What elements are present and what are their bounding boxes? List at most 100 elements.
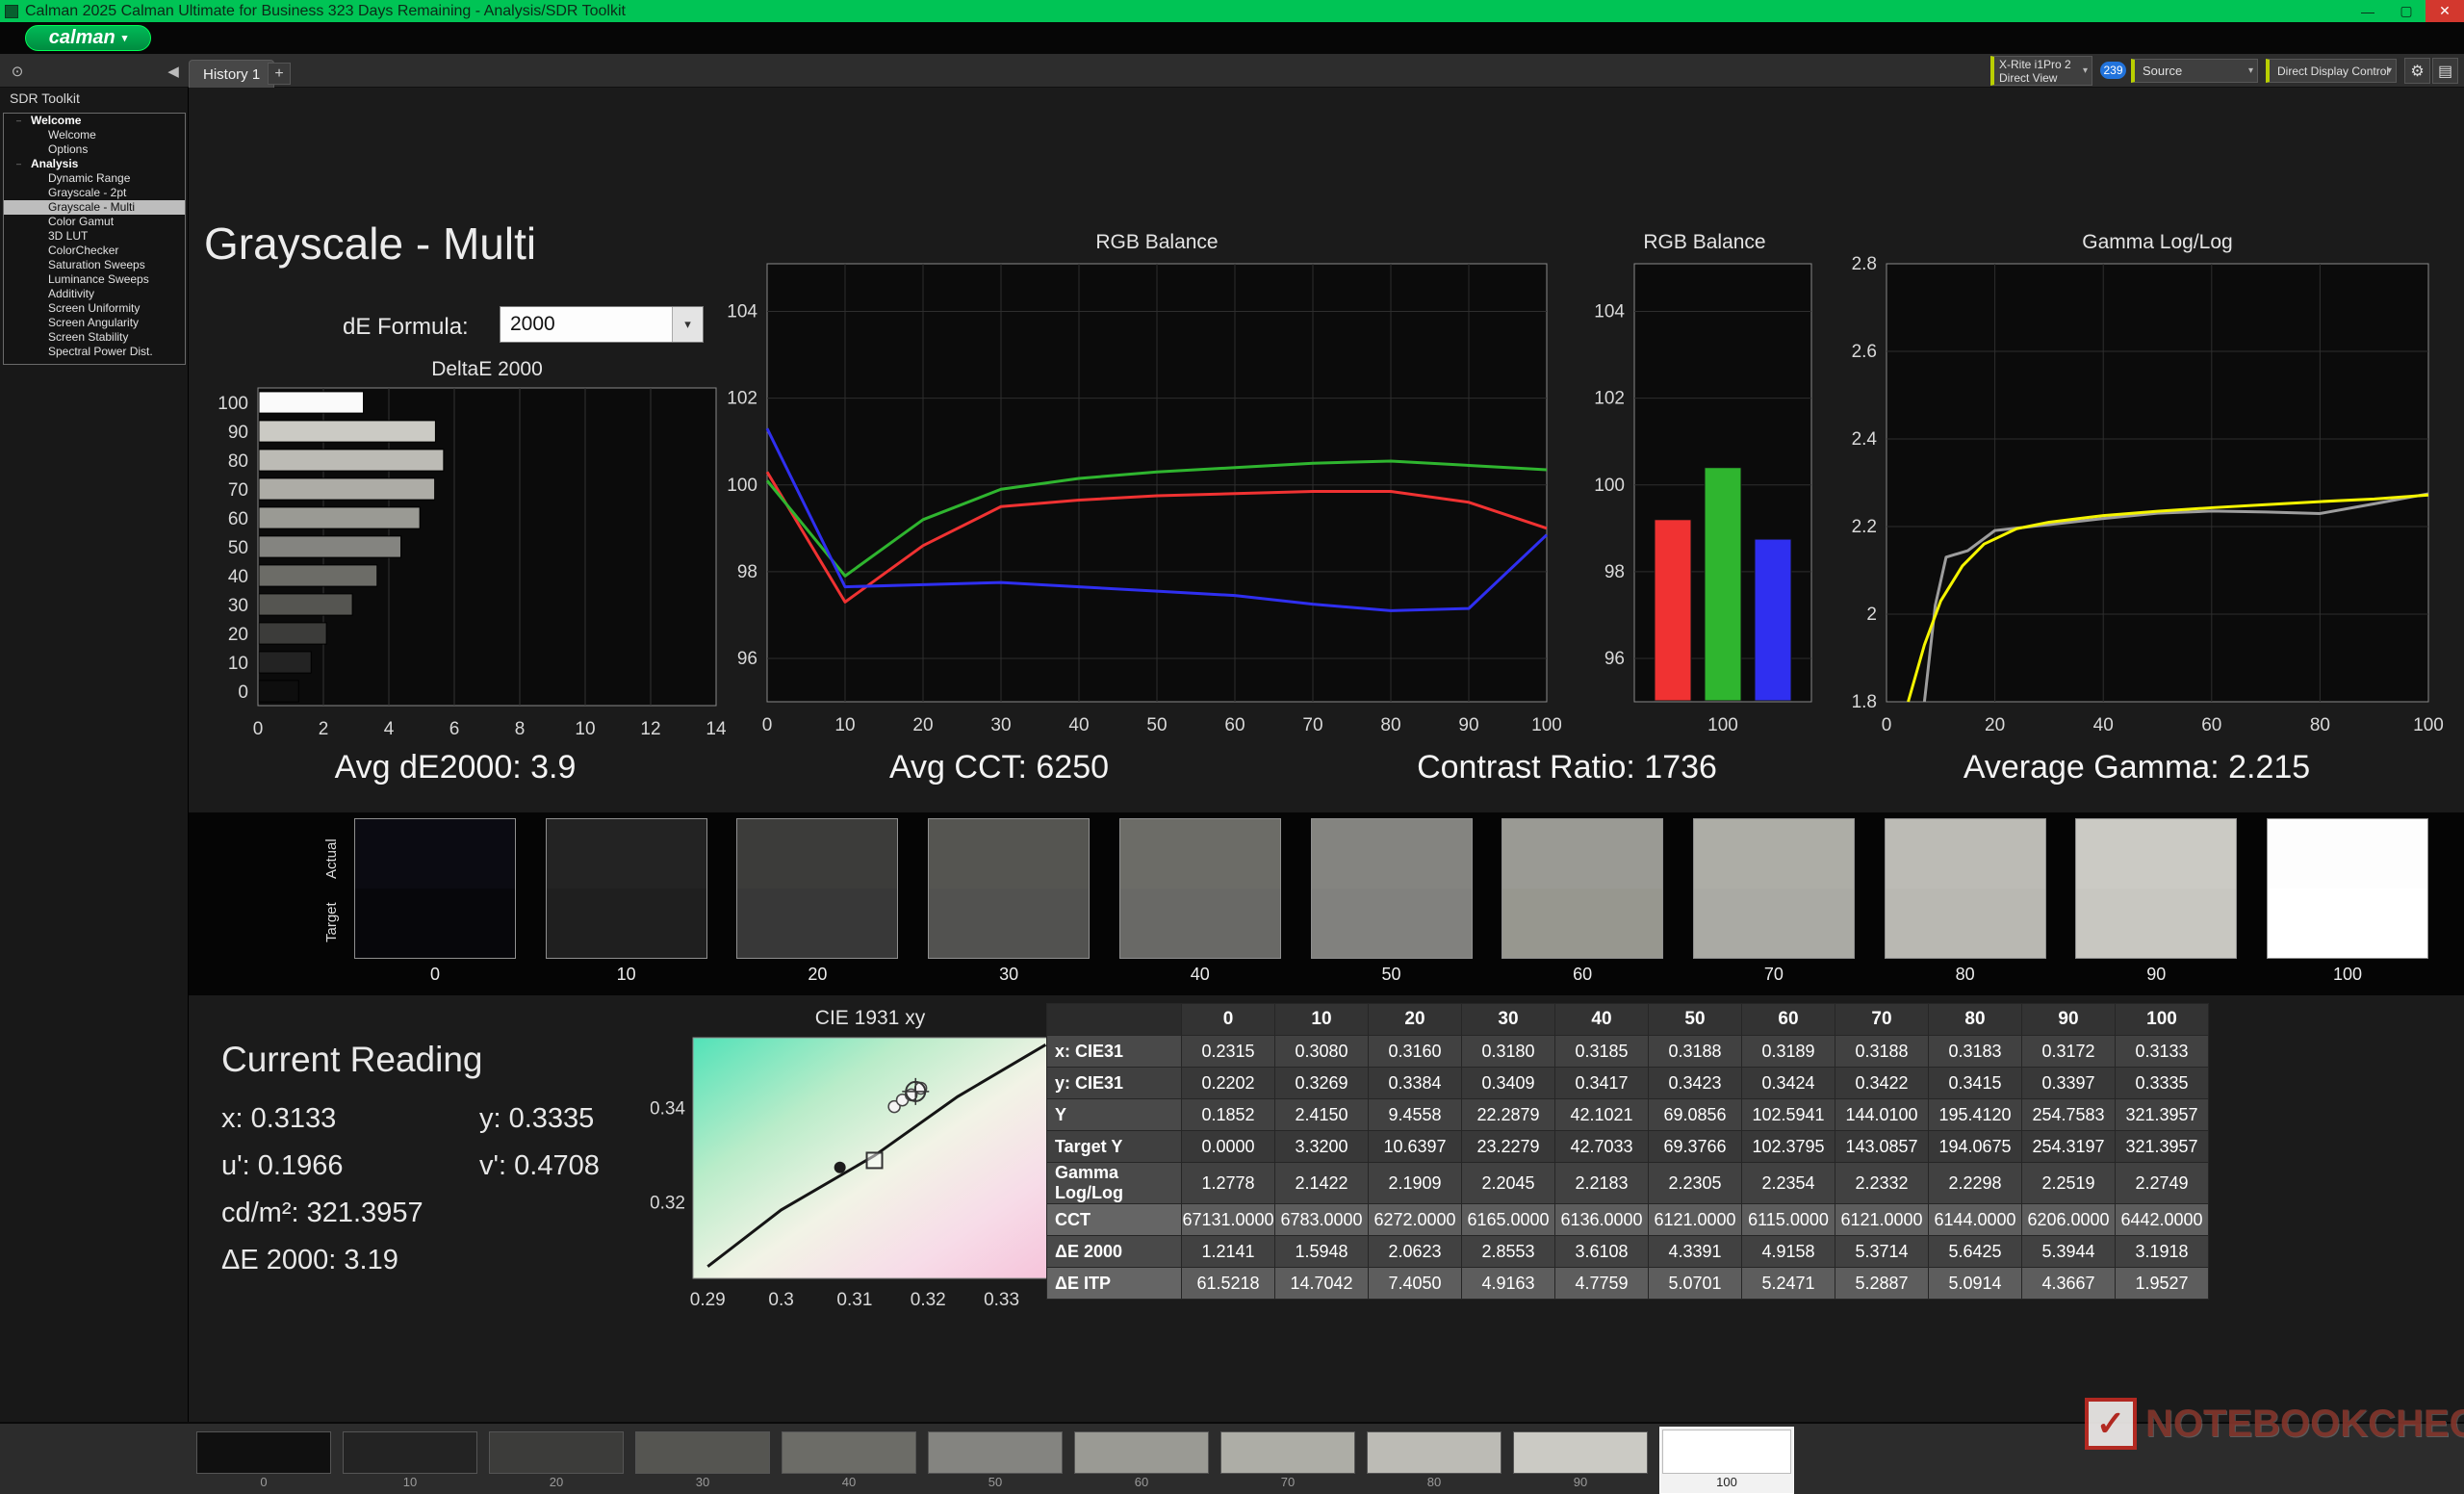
swatch-target (1119, 889, 1280, 958)
source-dropdown[interactable]: Source ▾ (2131, 59, 2258, 83)
sidebar-item-luminance-sweeps[interactable]: Luminance Sweeps (4, 272, 185, 287)
gear-icon[interactable]: ⚙ (2404, 58, 2430, 84)
bottom-bar: ▣ « Back Next » 0102030405060708090100 (0, 1422, 2464, 1494)
reading-line: ΔE 2000: 3.19 (221, 1237, 674, 1284)
de-formula-select[interactable]: 2000 ▾ (500, 306, 704, 343)
sidebar-item-grayscale-2pt[interactable]: Grayscale - 2pt (4, 186, 185, 200)
table-row: Target Y 0.0000 3.3200 10.6397 23.2279 42.703… (1046, 1130, 2209, 1163)
patch-label: 80 (1426, 1475, 1442, 1489)
patch-button-100[interactable]: 100 (1659, 1427, 1794, 1494)
table-cell: 0.3133 (2115, 1035, 2209, 1068)
table-cell: 6783.0000 (1274, 1203, 1369, 1236)
sidebar-item-grayscale-multi[interactable]: Grayscale - Multi (4, 200, 185, 215)
collapse-icon[interactable]: ‒ (16, 114, 21, 128)
table-cell: 3.6108 (1554, 1235, 1649, 1268)
sidebar-item-options[interactable]: Options (4, 142, 185, 157)
table-cell: 194.0675 (1928, 1130, 2022, 1163)
patch-label: 10 (402, 1475, 418, 1489)
table-cell: 5.0914 (1928, 1267, 2022, 1300)
sidebar-item-screen-uniformity[interactable]: Screen Uniformity (4, 301, 185, 316)
calman-logo-menu[interactable]: calman ▾ (25, 25, 151, 51)
maximize-button[interactable]: ▢ (2387, 0, 2426, 22)
table-cell: 0.1852 (1181, 1098, 1275, 1131)
patch-button-40[interactable]: 40 (782, 1431, 916, 1491)
table-cell: 5.2471 (1741, 1267, 1835, 1300)
svg-text:50: 50 (228, 538, 248, 558)
svg-text:100: 100 (1531, 715, 1561, 735)
svg-text:96: 96 (1604, 649, 1625, 669)
patch-chip (489, 1431, 624, 1474)
sidebar-item-color-gamut[interactable]: Color Gamut (4, 215, 185, 229)
sidebar-item-colorchecker[interactable]: ColorChecker (4, 244, 185, 258)
sidebar-item-label: Dynamic Range (48, 171, 131, 185)
svg-text:96: 96 (737, 649, 757, 669)
contrast-ratio-stat: Contrast Ratio: 1736 (1417, 749, 1717, 786)
layout-grid-icon[interactable]: ▤ (2432, 58, 2458, 84)
table-row: Y 0.1852 2.4150 9.4558 22.2879 42.1021 69.0856… (1046, 1098, 2209, 1131)
sidebar-item-3d-lut[interactable]: 3D LUT (4, 229, 185, 244)
meter-line2: Direct View (1999, 70, 2058, 85)
average-gamma-stat: Average Gamma: 2.215 (1963, 749, 2311, 786)
sidebar-item-welcome[interactable]: Welcome (4, 128, 185, 142)
table-cell: 10.6397 (1368, 1130, 1462, 1163)
swatch-actual (929, 819, 1090, 889)
settings-target-icon[interactable]: ⊙ (6, 61, 29, 82)
sidebar-item-saturation-sweeps[interactable]: Saturation Sweeps (4, 258, 185, 272)
svg-text:50: 50 (1146, 715, 1167, 735)
meter-selector[interactable]: X-Rite i1Pro 2 Direct View ▾ (1990, 56, 2092, 86)
grayscale-swatch-40 (1118, 818, 1281, 959)
sidebar-item-dynamic-range[interactable]: Dynamic Range (4, 171, 185, 186)
collapse-icon[interactable]: ‒ (16, 157, 21, 171)
table-cell: 254.3197 (2021, 1130, 2116, 1163)
svg-text:60: 60 (2201, 715, 2221, 735)
patch-button-60[interactable]: 60 (1074, 1431, 1209, 1491)
svg-text:2.4: 2.4 (1852, 429, 1878, 450)
patch-button-50[interactable]: 50 (928, 1431, 1063, 1491)
minimize-button[interactable]: — (2348, 0, 2387, 22)
patch-button-10[interactable]: 10 (343, 1431, 477, 1491)
table-cell: 5.0701 (1648, 1267, 1742, 1300)
sidebar-item-screen-angularity[interactable]: Screen Angularity (4, 316, 185, 330)
sidebar-item-spectral-power-dist-[interactable]: Spectral Power Dist. (4, 345, 185, 359)
meter-count-badge: 239 (2100, 62, 2126, 79)
table-col-header: 50 (1648, 1003, 1742, 1036)
sidebar-item-label: 3D LUT (48, 229, 89, 243)
sidebar-item-welcome[interactable]: ‒ Welcome (4, 114, 185, 128)
table-row-label: ΔE ITP (1046, 1267, 1182, 1300)
svg-text:10: 10 (575, 719, 595, 739)
tab-history-1[interactable]: History 1 (189, 60, 275, 88)
table-row: x: CIE31 0.2315 0.3080 0.3160 0.3180 0.3185 0.… (1046, 1035, 2209, 1068)
table-row-label: y: CIE31 (1046, 1067, 1182, 1099)
table-cell: 2.2332 (1835, 1162, 1929, 1204)
new-tab-button[interactable]: + (268, 63, 291, 85)
display-control-dropdown[interactable]: Direct Display Control ▾ (2266, 59, 2397, 83)
patch-button-90[interactable]: 90 (1513, 1431, 1648, 1491)
patch-chip (1662, 1430, 1791, 1474)
table-col-header: 20 (1368, 1003, 1462, 1036)
table-cell: 2.0623 (1368, 1235, 1462, 1268)
svg-text:98: 98 (737, 562, 757, 582)
page-title: Grayscale - Multi (204, 219, 537, 269)
sidebar-item-analysis[interactable]: ‒ Analysis (4, 157, 185, 171)
svg-text:80: 80 (2310, 715, 2330, 735)
sidebar-item-screen-stability[interactable]: Screen Stability (4, 330, 185, 345)
patch-button-80[interactable]: 80 (1367, 1431, 1502, 1491)
reading-line: x: 0.3133 y: 0.3335 (221, 1095, 674, 1143)
svg-text:90: 90 (228, 423, 248, 443)
swatch-label: 40 (1190, 965, 1210, 984)
sidebar-item-additivity[interactable]: Additivity (4, 287, 185, 301)
patch-button-0[interactable]: 0 (196, 1431, 331, 1491)
table-col-header: 80 (1928, 1003, 2022, 1036)
svg-text:80: 80 (228, 451, 248, 472)
patch-button-30[interactable]: 30 (635, 1431, 770, 1491)
table-cell: 144.0100 (1835, 1098, 1929, 1131)
svg-text:2: 2 (319, 719, 329, 739)
table-cell: 0.3409 (1461, 1067, 1555, 1099)
sidebar-collapse-button[interactable]: ◀ (162, 61, 185, 82)
close-button[interactable]: ✕ (2426, 0, 2464, 22)
patch-button-70[interactable]: 70 (1220, 1431, 1355, 1491)
patch-label: 20 (549, 1475, 564, 1489)
patch-button-20[interactable]: 20 (489, 1431, 624, 1491)
titlebar: Calman 2025 Calman Ultimate for Business… (0, 0, 2464, 22)
swatch-target (737, 889, 898, 958)
